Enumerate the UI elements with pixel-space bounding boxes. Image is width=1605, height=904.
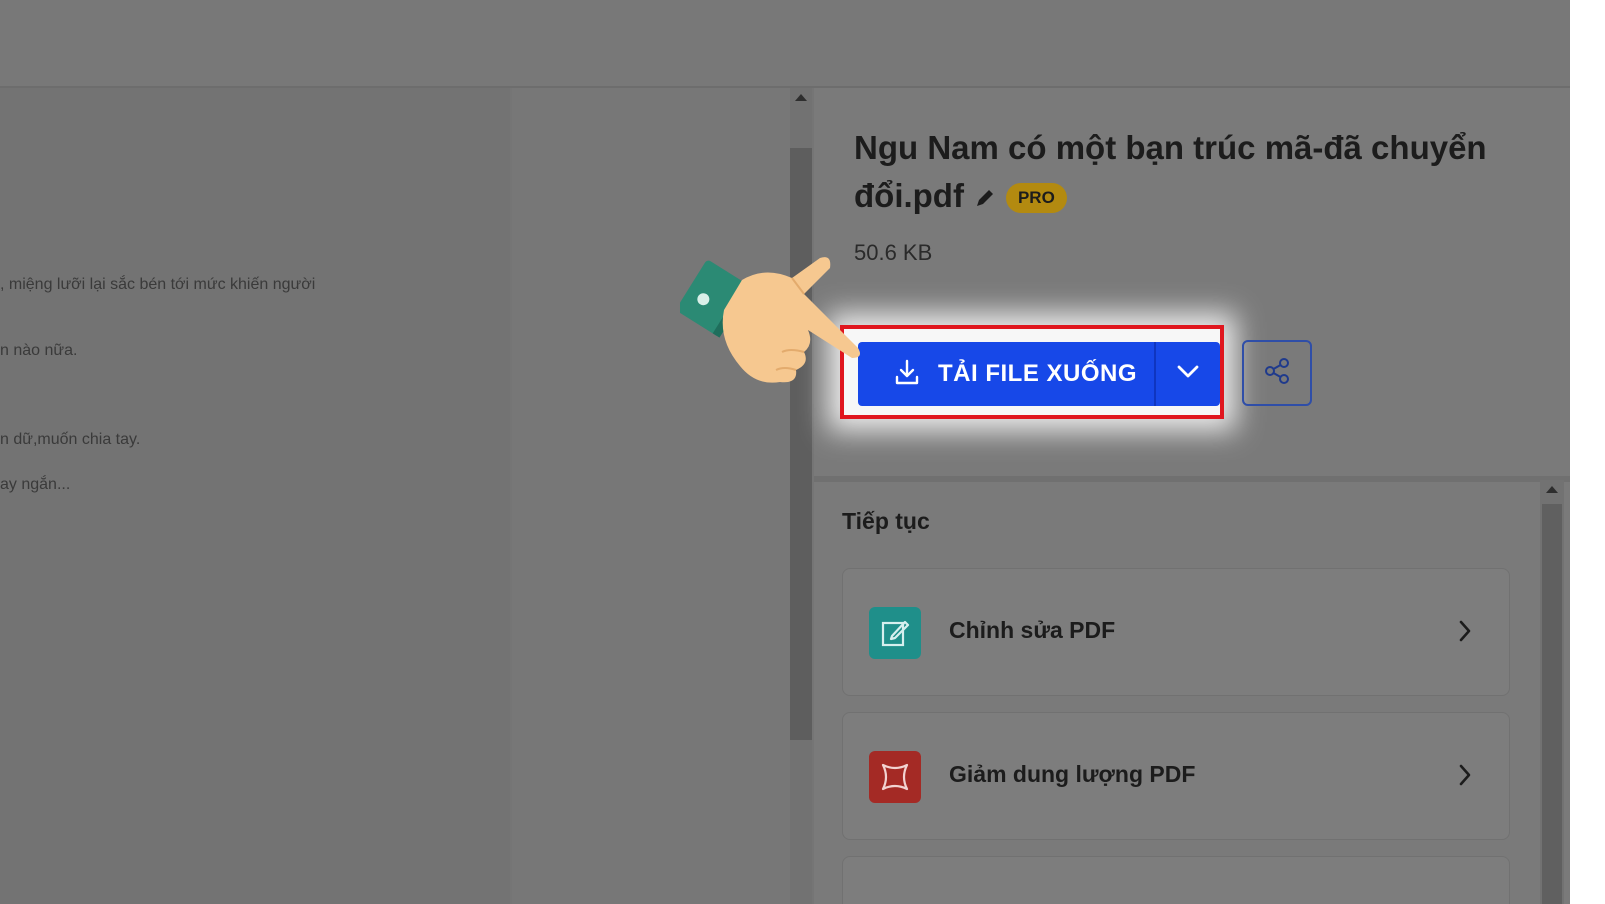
chevron-right-icon <box>1457 763 1473 792</box>
pointing-hand-icon <box>676 244 870 399</box>
scrollbar-thumb[interactable] <box>1542 504 1562 904</box>
preview-scrollbar[interactable] <box>790 88 812 904</box>
app-window: , miệng lưỡi lại sắc bén tới mức khiến n… <box>0 0 1570 904</box>
chevron-right-icon <box>1457 619 1473 648</box>
top-bar <box>0 0 1570 88</box>
scrollbar-thumb[interactable] <box>790 148 812 740</box>
scroll-up-arrow-icon[interactable] <box>1546 486 1558 493</box>
scroll-up-arrow-icon[interactable] <box>795 94 807 101</box>
download-highlight-box: TẢI FILE XUỐNG <box>840 325 1224 419</box>
download-icon <box>894 358 920 391</box>
document-text-line: n dữ,muốn chia tay. <box>0 431 141 448</box>
download-button-label: TẢI FILE XUỐNG <box>938 360 1137 387</box>
document-text-line: ay ngắn... <box>0 476 71 493</box>
section-divider <box>814 476 1570 482</box>
document-text-line: n nào nữa. <box>0 342 78 359</box>
file-panel: Ngu Nam có một bạn trúc mã-đã chuyển đổi… <box>814 88 1570 904</box>
compress-pdf-label: Giảm dung lượng PDF <box>949 761 1196 787</box>
download-options-dropdown[interactable] <box>1154 342 1220 406</box>
edit-pdf-card[interactable]: Chỉnh sửa PDF <box>842 568 1510 696</box>
edit-pdf-icon <box>869 607 921 659</box>
compress-pdf-card[interactable]: Giảm dung lượng PDF <box>842 712 1510 840</box>
document-preview: , miệng lưỡi lại sắc bén tới mức khiến n… <box>0 88 510 904</box>
file-name: Ngu Nam có một bạn trúc mã-đã chuyển đổi… <box>854 129 1487 214</box>
document-preview-margin <box>512 88 790 904</box>
continue-section-title: Tiếp tục <box>842 508 930 534</box>
download-button[interactable]: TẢI FILE XUỐNG <box>858 342 1154 406</box>
next-tool-card[interactable] <box>842 856 1510 904</box>
share-button[interactable] <box>1242 340 1312 406</box>
panel-scrollbar[interactable] <box>1540 480 1564 904</box>
edit-pdf-label: Chỉnh sửa PDF <box>949 617 1116 643</box>
chevron-down-icon <box>1176 364 1200 385</box>
file-title: Ngu Nam có một bạn trúc mã-đã chuyển đổi… <box>854 124 1494 222</box>
document-text-line: , miệng lưỡi lại sắc bén tới mức khiến n… <box>0 276 316 293</box>
pencil-icon[interactable] <box>974 174 996 222</box>
share-icon <box>1261 355 1293 392</box>
pro-badge: PRO <box>1005 183 1067 214</box>
compress-pdf-icon <box>869 751 921 803</box>
